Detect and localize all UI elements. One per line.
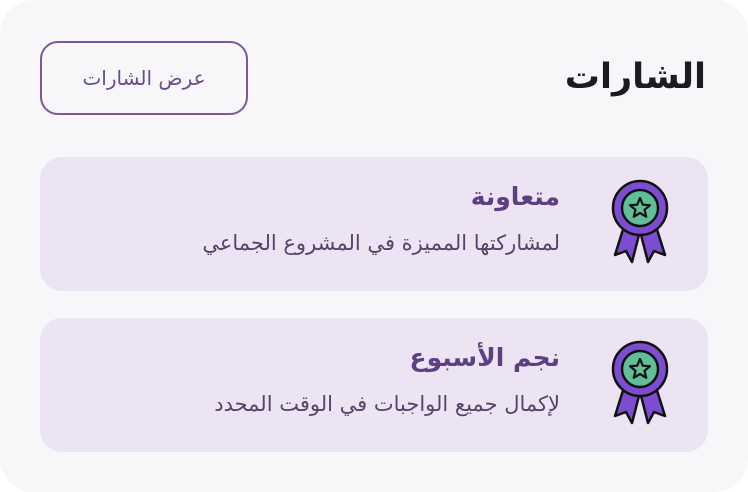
badge-description: لإكمال جميع الواجبات في الوقت المحدد: [214, 392, 560, 416]
badge-description: لمشاركتها المميزة في المشروع الجماعي: [202, 231, 560, 255]
view-badges-button[interactable]: عرض الشارات: [40, 41, 248, 115]
section-title: الشارات: [564, 57, 706, 97]
badge-name: نجم الأسبوع: [409, 343, 560, 372]
award-ribbon-icon: [611, 340, 669, 425]
badges-card: الشارات عرض الشارات متعاونة لمشاركتها ال…: [0, 0, 748, 492]
badge-name: متعاونة: [470, 182, 560, 211]
badge-item-star-of-week[interactable]: نجم الأسبوع لإكمال جميع الواجبات في الوق…: [40, 318, 708, 452]
award-ribbon-icon: [611, 179, 669, 264]
badge-item-collaborator[interactable]: متعاونة لمشاركتها المميزة في المشروع الج…: [40, 157, 708, 291]
